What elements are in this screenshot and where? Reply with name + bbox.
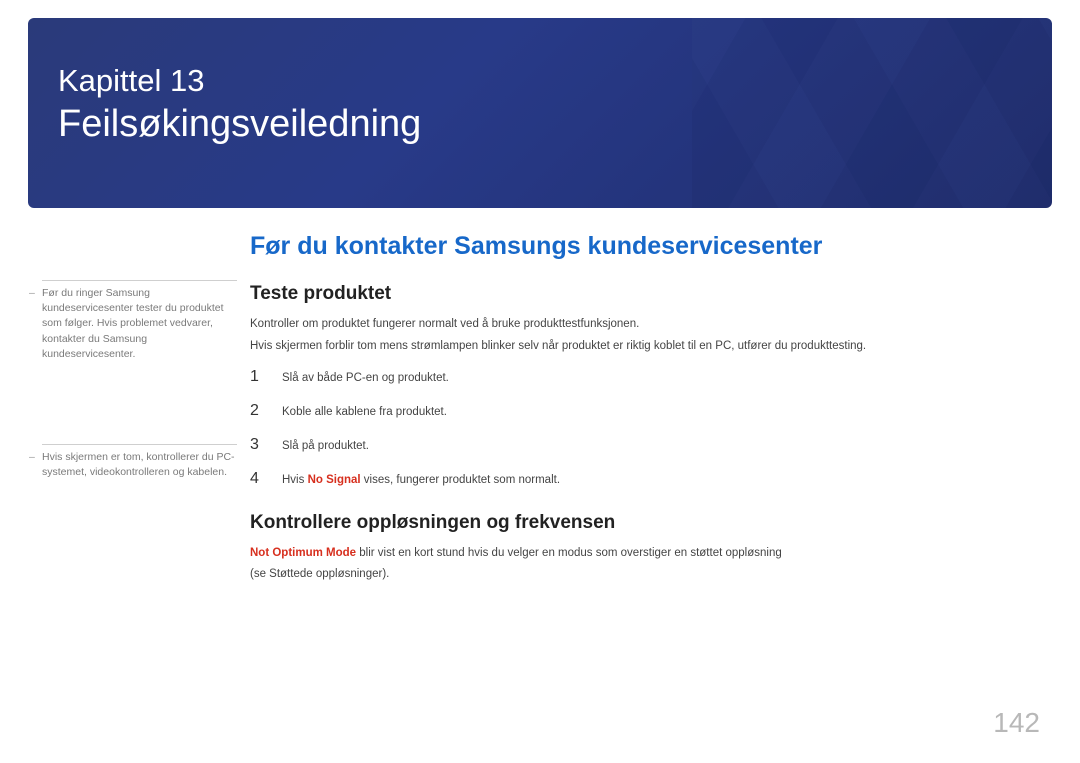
main-content: Før du kontakter Samsungs kundeservicese… — [250, 232, 1020, 588]
step-text: Hvis No Signal vises, fungerer produktet… — [282, 474, 560, 486]
section-heading: Før du kontakter Samsungs kundeservicese… — [250, 232, 1020, 261]
chapter-number: Kapittel 13 — [58, 63, 1022, 99]
step-text: Slå av både PC-en og produktet. — [282, 372, 449, 384]
step-2: 2 Koble alle kablene fra produktet. — [250, 402, 1020, 420]
not-optimum-mode-label: Not Optimum Mode — [250, 547, 356, 559]
intro-text-2: Hvis skjermen forblir tom mens strømlamp… — [250, 338, 1020, 356]
side-divider-1 — [42, 280, 237, 281]
subsection-1-title: Teste produktet — [250, 283, 1020, 305]
step4-post: vises, fungerer produktet som normalt. — [361, 474, 560, 486]
side-note-1: – Før du ringer Samsung kundeservicesent… — [42, 286, 237, 362]
side-divider-2 — [42, 444, 237, 445]
step-number: 3 — [250, 436, 264, 454]
step-4: 4 Hvis No Signal vises, fungerer produkt… — [250, 470, 1020, 488]
intro-text-1: Kontroller om produktet fungerer normalt… — [250, 316, 1020, 334]
section2-line1-rest: blir vist en kort stund hvis du velger e… — [356, 547, 782, 559]
chapter-title: Feilsøkingsveiledning — [58, 103, 1022, 146]
step-text: Koble alle kablene fra produktet. — [282, 406, 447, 418]
step4-pre: Hvis — [282, 474, 308, 486]
dash-icon: – — [29, 450, 35, 465]
step-text: Slå på produktet. — [282, 440, 369, 452]
steps-list: 1 Slå av både PC-en og produktet. 2 Kobl… — [250, 368, 1020, 488]
section2-line1: Not Optimum Mode blir vist en kort stund… — [250, 545, 1020, 563]
subsection-2-title: Kontrollere oppløsningen og frekvensen — [250, 512, 1020, 534]
side-note-2: – Hvis skjermen er tom, kontrollerer du … — [42, 450, 237, 480]
step-number: 4 — [250, 470, 264, 488]
no-signal-label: No Signal — [308, 474, 361, 486]
step-number: 2 — [250, 402, 264, 420]
side-note-1-text: Før du ringer Samsung kundeservicesenter… — [42, 287, 224, 360]
section2-line2: (se Støttede oppløsninger). — [250, 566, 1020, 584]
side-note-2-text: Hvis skjermen er tom, kontrollerer du PC… — [42, 451, 235, 478]
dash-icon: – — [29, 286, 35, 301]
chapter-banner: Kapittel 13 Feilsøkingsveiledning — [28, 18, 1052, 208]
step-1: 1 Slå av både PC-en og produktet. — [250, 368, 1020, 386]
step-3: 3 Slå på produktet. — [250, 436, 1020, 454]
page-number: 142 — [993, 707, 1040, 739]
step-number: 1 — [250, 368, 264, 386]
